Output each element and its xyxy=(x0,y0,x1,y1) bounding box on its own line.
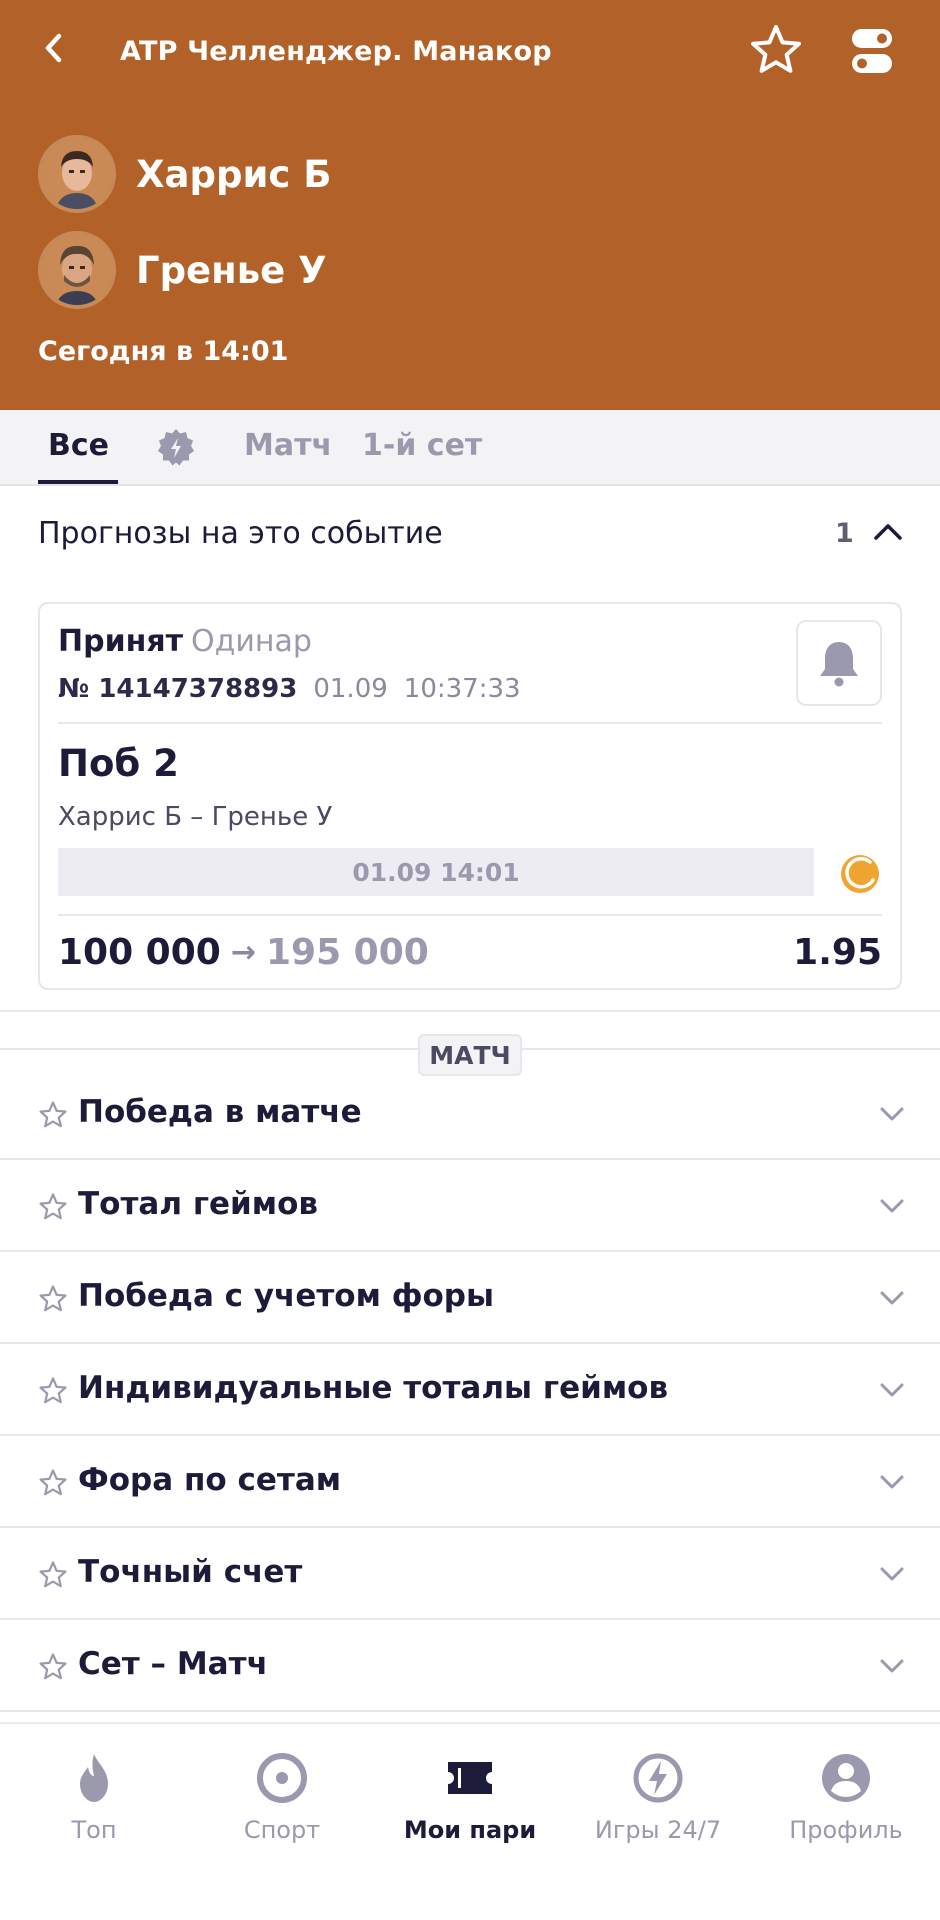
player-2-name: Гренье У xyxy=(136,248,327,292)
nav-label: Спорт xyxy=(243,1816,321,1844)
bottom-navigation: Топ Спорт Мои пари Игры 24/7 Профиль xyxy=(0,1722,940,1920)
market-label: Фора по сетам xyxy=(78,1462,342,1498)
player-2: Гренье У xyxy=(38,230,327,310)
bet-number-line: № 14147378893 01.09 10:37:33 xyxy=(58,674,521,704)
predictions-count: 1 xyxy=(835,518,854,549)
favorite-button[interactable] xyxy=(748,22,804,78)
chevron-down-icon xyxy=(880,1291,904,1305)
market-label: Победа с учетом форы xyxy=(78,1278,495,1314)
market-label: Победа в матче xyxy=(78,1094,362,1130)
bet-amounts: 100 000 → 195 000 xyxy=(58,932,429,973)
market-row[interactable]: Индивидуальные тоталы геймов xyxy=(0,1344,940,1436)
profile-icon xyxy=(822,1754,870,1802)
bet-time: 10:37:33 xyxy=(403,674,521,704)
market-row[interactable]: Победа в матче xyxy=(0,1068,940,1160)
market-label: Тотал геймов xyxy=(78,1186,319,1222)
bet-status: Принят Одинар xyxy=(58,624,312,659)
chevron-down-icon xyxy=(880,1199,904,1213)
sport-icon xyxy=(257,1753,307,1803)
bell-icon xyxy=(820,642,858,687)
bet-status-label: Принят xyxy=(58,624,183,659)
chevron-down-icon xyxy=(880,1383,904,1397)
bet-card[interactable]: Принят Одинар № 14147378893 01.09 10:37:33 … xyxy=(38,602,902,990)
market-row[interactable]: Точный счет xyxy=(0,1528,940,1620)
divider xyxy=(58,722,882,724)
nav-top[interactable]: Топ xyxy=(4,1738,184,1858)
chevron-down-icon xyxy=(880,1659,904,1673)
arrow-right-icon: → xyxy=(230,935,256,970)
market-label: Индивидуальные тоталы геймов xyxy=(78,1370,669,1406)
tab-all[interactable]: Все xyxy=(48,428,109,468)
tab-match[interactable]: Матч xyxy=(244,428,332,468)
bet-date: 01.09 xyxy=(313,674,388,704)
bet-match-name: Харрис Б – Гренье У xyxy=(58,802,333,832)
chevron-down-icon xyxy=(880,1107,904,1121)
market-row[interactable]: Тотал геймов xyxy=(0,1160,940,1252)
predictions-title: Прогнозы на это событие xyxy=(38,516,443,551)
chevron-up-icon xyxy=(874,524,902,540)
player-1: Харрис Б xyxy=(38,134,331,214)
star-outline-icon[interactable] xyxy=(38,1376,68,1406)
flame-icon xyxy=(80,1754,108,1802)
predictions-collapse-button[interactable] xyxy=(870,514,906,550)
bet-odds: 1.95 xyxy=(793,932,882,973)
event-datetime: 01.09 14:01 xyxy=(58,848,814,896)
badge-icon xyxy=(158,429,194,466)
star-outline-icon[interactable] xyxy=(38,1560,68,1590)
nav-profile[interactable]: Профиль xyxy=(756,1738,936,1858)
tournament-title: ATP Челленджер. Манакор xyxy=(120,36,552,67)
star-icon xyxy=(751,25,801,73)
market-row[interactable]: Победа с учетом форы xyxy=(0,1252,940,1344)
market-row[interactable]: Фора по сетам xyxy=(0,1436,940,1528)
back-button[interactable] xyxy=(34,26,74,70)
notify-button[interactable] xyxy=(796,620,882,706)
star-outline-icon[interactable] xyxy=(38,1192,68,1222)
settings-toggle-button[interactable] xyxy=(848,26,896,76)
bet-payout: 195 000 xyxy=(265,932,429,973)
player-1-avatar xyxy=(38,135,116,213)
star-outline-icon[interactable] xyxy=(38,1284,68,1314)
market-row[interactable]: Сет – Матч xyxy=(0,1620,940,1712)
market-tabs: Все Матч 1-й сет xyxy=(0,410,940,486)
bet-number: № 14147378893 xyxy=(58,674,298,704)
market-label: Сет – Матч xyxy=(78,1646,268,1682)
toggle-icon xyxy=(852,29,892,73)
tab-first-set[interactable]: 1-й сет xyxy=(362,428,482,468)
chevron-left-icon xyxy=(45,33,62,63)
chevron-down-icon xyxy=(880,1475,904,1489)
divider xyxy=(0,1010,940,1012)
event-header: ATP Челленджер. Манакор Харрис Б Гренье … xyxy=(0,0,940,410)
nav-sport[interactable]: Спорт xyxy=(192,1738,372,1858)
star-outline-icon[interactable] xyxy=(38,1468,68,1498)
nav-label: Игры 24/7 xyxy=(594,1816,722,1844)
nav-label: Профиль xyxy=(789,1816,903,1844)
player-2-avatar xyxy=(38,231,116,309)
nav-my-bets[interactable]: Мои пари xyxy=(380,1738,560,1858)
tab-special[interactable] xyxy=(154,426,198,470)
bet-type: Одинар xyxy=(190,624,312,659)
market-label: Точный счет xyxy=(78,1554,303,1590)
lightning-icon xyxy=(633,1753,683,1803)
tab-active-indicator xyxy=(38,480,118,484)
tennis-ball-icon xyxy=(840,854,880,894)
chevron-down-icon xyxy=(880,1567,904,1581)
ticket-icon xyxy=(448,1762,492,1794)
nav-games[interactable]: Игры 24/7 xyxy=(568,1738,748,1858)
nav-label: Топ xyxy=(71,1816,117,1844)
star-outline-icon[interactable] xyxy=(38,1652,68,1682)
match-start-time: Сегодня в 14:01 xyxy=(38,336,289,367)
nav-label: Мои пари xyxy=(403,1816,537,1844)
bet-stake: 100 000 xyxy=(58,932,221,973)
player-1-name: Харрис Б xyxy=(136,152,332,196)
bet-outcome: Поб 2 xyxy=(58,742,179,785)
divider xyxy=(58,914,882,916)
star-outline-icon[interactable] xyxy=(38,1100,68,1130)
